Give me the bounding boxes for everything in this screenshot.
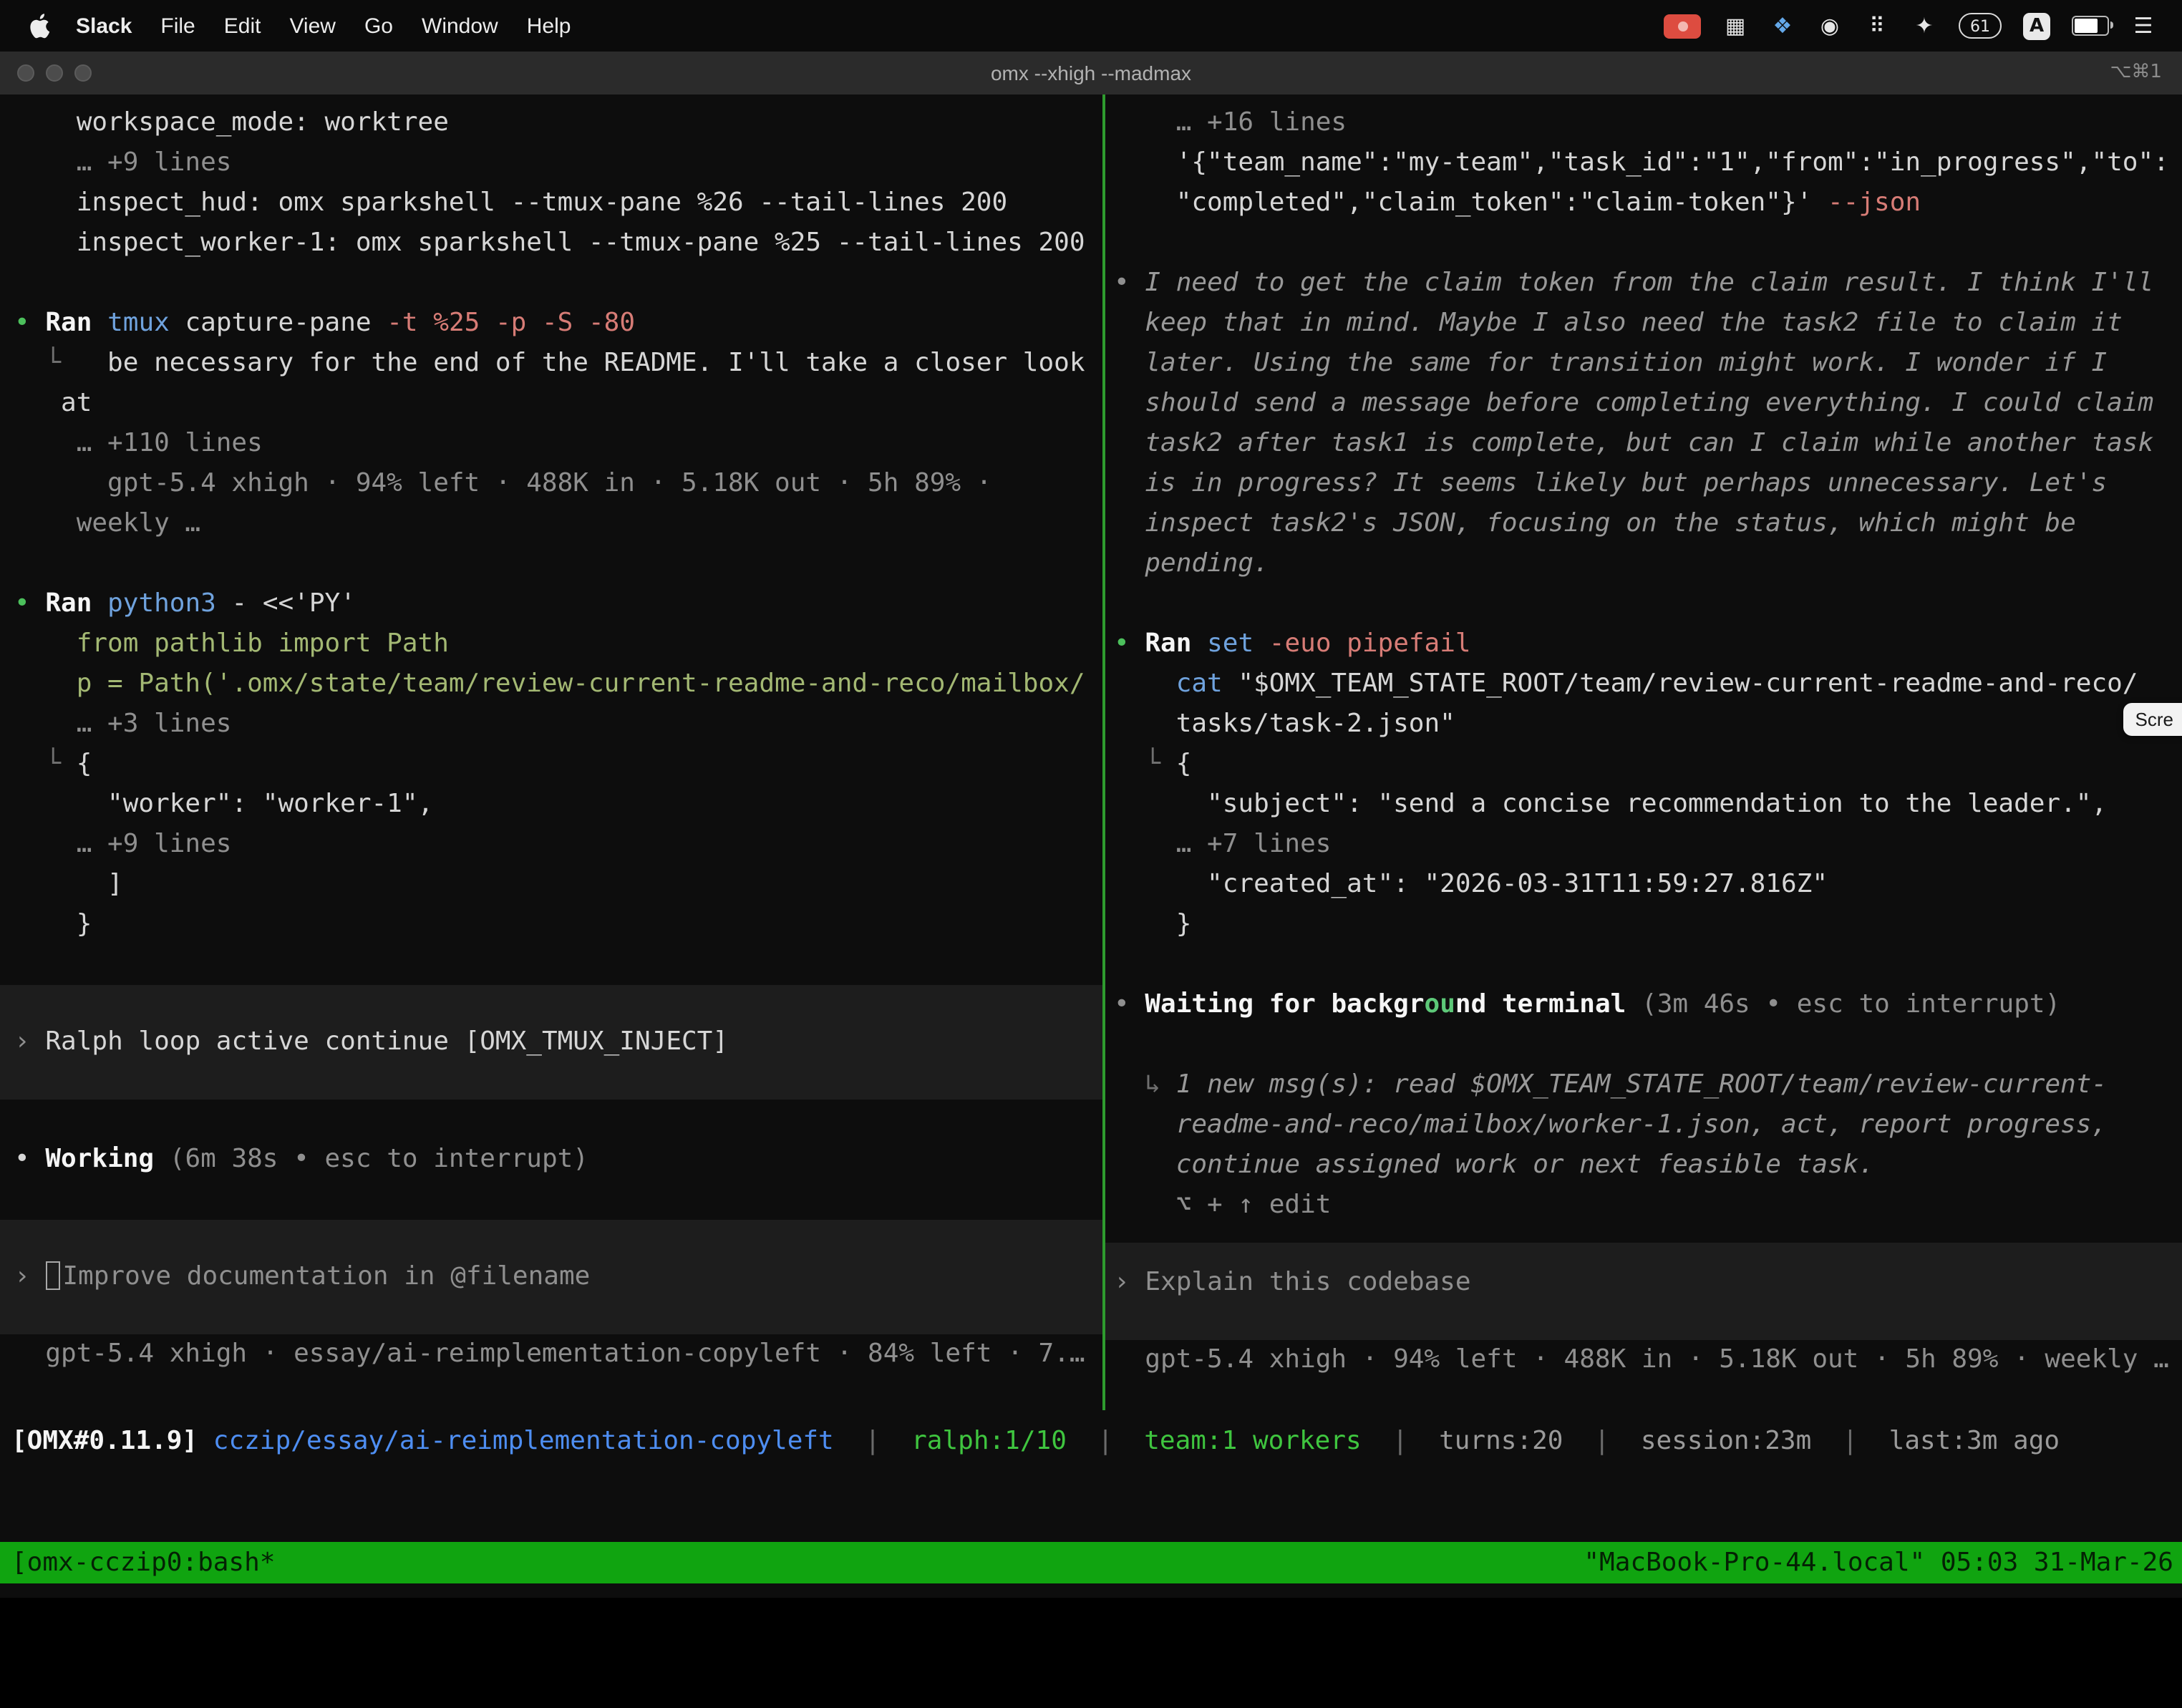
blank-line <box>1114 223 2182 263</box>
battery-icon[interactable] <box>2072 16 2109 36</box>
terminal-line: inspect_hud: omx sparkshell --tmux-pane … <box>14 183 1088 223</box>
terminal-line: "completed","claim_token":"claim-token"}… <box>1114 183 2182 223</box>
composer-input[interactable]: › Improve documentation in @filename <box>0 1220 1102 1334</box>
terminal-line: task2 after task1 is complete, but can I… <box>1114 424 2182 464</box>
terminal-line: "worker": "worker-1", <box>14 785 1088 825</box>
terminal-line: └ { <box>1114 744 2182 785</box>
menu-bar-left: SlackFileEditViewGoWindowHelp <box>0 13 585 39</box>
ghost-icon[interactable]: ✦ <box>1911 11 1937 40</box>
pane-status-line: gpt-5.4 xhigh · 94% left · 488K in · 5.1… <box>1114 1340 2182 1380</box>
terminal-line: tasks/task-2.json" <box>1114 704 2182 744</box>
window-title: omx --xhigh --madmax <box>0 52 2182 94</box>
grid-icon[interactable]: ▦ <box>1722 11 1748 40</box>
terminal-line: inspect task2's JSON, focusing on the st… <box>1114 504 2182 544</box>
terminal-line: later. Using the same for transition mig… <box>1114 344 2182 384</box>
command-line: • Ran set -euo pipefail <box>1114 624 2182 664</box>
menu-help[interactable]: Help <box>513 14 586 38</box>
terminal-line: └ { <box>14 744 1088 785</box>
terminal-line: '{"team_name":"my-team","task_id":"1","f… <box>1114 143 2182 183</box>
terminal-line: pending. <box>1114 544 2182 584</box>
terminal-area: workspace_mode: worktree … +9 lines insp… <box>0 94 2182 1410</box>
terminal-pane-right[interactable]: … +16 lines '{"team_name":"my-team","tas… <box>1105 94 2182 1410</box>
terminal-line: workspace_mode: worktree <box>14 103 1088 143</box>
working-status: • Working (6m 38s • esc to interrupt) <box>14 1140 1088 1180</box>
menu-window[interactable]: Window <box>407 14 513 38</box>
menu-bar-status-icons: ▦ ❖ ◉ ⠿ ✦ 61 A ☰ <box>1664 11 2182 40</box>
terminal-line: … +16 lines <box>1114 103 2182 143</box>
menu-slack[interactable]: Slack <box>62 14 146 38</box>
terminal-line: cat "$OMX_TEAM_STATE_ROOT/team/review-cu… <box>1114 664 2182 704</box>
blank-line <box>1114 1025 2182 1065</box>
injected-prompt[interactable]: › Ralph loop active continue [OMX_TMUX_I… <box>0 985 1102 1100</box>
terminal-line: … +9 lines <box>14 825 1088 865</box>
screen-recording-indicator-icon[interactable] <box>1664 14 1701 38</box>
menu-items: SlackFileEditViewGoWindowHelp <box>62 14 585 38</box>
blank-line <box>14 1180 1088 1220</box>
blank-line <box>14 263 1088 304</box>
menu-edit[interactable]: Edit <box>210 14 276 38</box>
terminal-line: … +3 lines <box>14 704 1088 744</box>
menu-go[interactable]: Go <box>350 14 407 38</box>
terminal-line: gpt-5.4 xhigh · 94% left · 488K in · 5.1… <box>14 464 1088 504</box>
macos-menu-bar: SlackFileEditViewGoWindowHelp ▦ ❖ ◉ ⠿ ✦ … <box>0 0 2182 52</box>
mailbox-notification: ↳ 1 new msg(s): read $OMX_TEAM_STATE_ROO… <box>1114 1065 2182 1105</box>
blank-line <box>14 1100 1088 1140</box>
tmux-session-label: [omx-cczip0:bash* <box>11 1542 275 1583</box>
blank-line <box>14 945 1088 985</box>
circle-icon[interactable]: ◉ <box>1817 11 1843 40</box>
terminal-line: ] <box>14 865 1088 905</box>
terminal-line: weekly … <box>14 504 1088 544</box>
tmux-status-bar: [omx-cczip0:bash* "MacBook-Pro-44.local"… <box>0 1542 2182 1583</box>
blank-line <box>1114 945 2182 985</box>
terminal-line: should send a message before completing … <box>1114 384 2182 424</box>
command-line: • Ran tmux capture-pane -t %25 -p -S -80 <box>14 304 1088 344</box>
omx-status-line: [OMX#0.11.9] cczip/essay/ai-reimplementa… <box>11 1422 2182 1462</box>
input-source-icon[interactable]: A <box>2023 12 2050 39</box>
terminal-line: from pathlib import Path <box>14 624 1088 664</box>
terminal-line: … +110 lines <box>14 424 1088 464</box>
sparkle-icon[interactable]: ❖ <box>1770 11 1795 40</box>
terminal-line: } <box>14 905 1088 945</box>
terminal-line: … +7 lines <box>1114 825 2182 865</box>
terminal-line: readme-and-reco/mailbox/worker-1.json, a… <box>1114 1105 2182 1145</box>
tmux-host-clock-label: "MacBook-Pro-44.local" 05:03 31-Mar-26 <box>1584 1542 2173 1583</box>
terminal-line: at <box>14 384 1088 424</box>
dots-grid-icon[interactable]: ⠿ <box>1864 11 1890 40</box>
command-line: • Ran python3 - <<'PY' <box>14 584 1088 624</box>
terminal-line: } <box>1114 905 2182 945</box>
blank-line <box>1114 584 2182 624</box>
thinking-text: • I need to get the claim token from the… <box>1114 263 2182 304</box>
battery-fill <box>2075 19 2098 33</box>
edit-hint: ⌥ + ↑ edit <box>1114 1185 2182 1226</box>
blank-line <box>14 544 1088 584</box>
suggestion-prompt[interactable]: › Explain this codebase <box>1105 1243 2182 1340</box>
block-cursor <box>45 1261 59 1290</box>
omx-status-bar: [OMX#0.11.9] cczip/essay/ai-reimplementa… <box>11 1422 2182 1462</box>
terminal-line: is in progress? It seems likely but perh… <box>1114 464 2182 504</box>
control-center-icon[interactable]: ☰ <box>2130 11 2156 40</box>
terminal-pane-left[interactable]: workspace_mode: worktree … +9 lines insp… <box>0 94 1102 1410</box>
window-hotkey-label: ⌥⌘1 <box>2110 52 2162 94</box>
terminal-line: p = Path('.omx/state/team/review-current… <box>14 664 1088 704</box>
waiting-status: • Waiting for background terminal (3m 46… <box>1114 985 2182 1025</box>
menu-view[interactable]: View <box>275 14 350 38</box>
battery-percent-badge[interactable]: 61 <box>1959 13 2002 39</box>
terminal-line: keep that in mind. Maybe I also need the… <box>1114 304 2182 344</box>
window-title-bar[interactable]: omx --xhigh --madmax ⌥⌘1 <box>0 52 2182 96</box>
record-dot-icon <box>1677 21 1687 31</box>
terminal-line: inspect_worker-1: omx sparkshell --tmux-… <box>14 223 1088 263</box>
pane-status-line: gpt-5.4 xhigh · essay/ai-reimplementatio… <box>14 1334 1088 1374</box>
terminal-line: … +9 lines <box>14 143 1088 183</box>
screenshot-tooltip: Scre <box>2124 703 2182 736</box>
terminal-line: "subject": "send a concise recommendatio… <box>1114 785 2182 825</box>
apple-menu-icon[interactable] <box>29 13 50 39</box>
menu-file[interactable]: File <box>146 14 209 38</box>
terminal-line: continue assigned work or next feasible … <box>1114 1145 2182 1185</box>
terminal-line: "created_at": "2026-03-31T11:59:27.816Z" <box>1114 865 2182 905</box>
desktop-screen: SlackFileEditViewGoWindowHelp ▦ ❖ ◉ ⠿ ✦ … <box>0 0 2182 1598</box>
terminal-line: └ be necessary for the end of the README… <box>14 344 1088 384</box>
